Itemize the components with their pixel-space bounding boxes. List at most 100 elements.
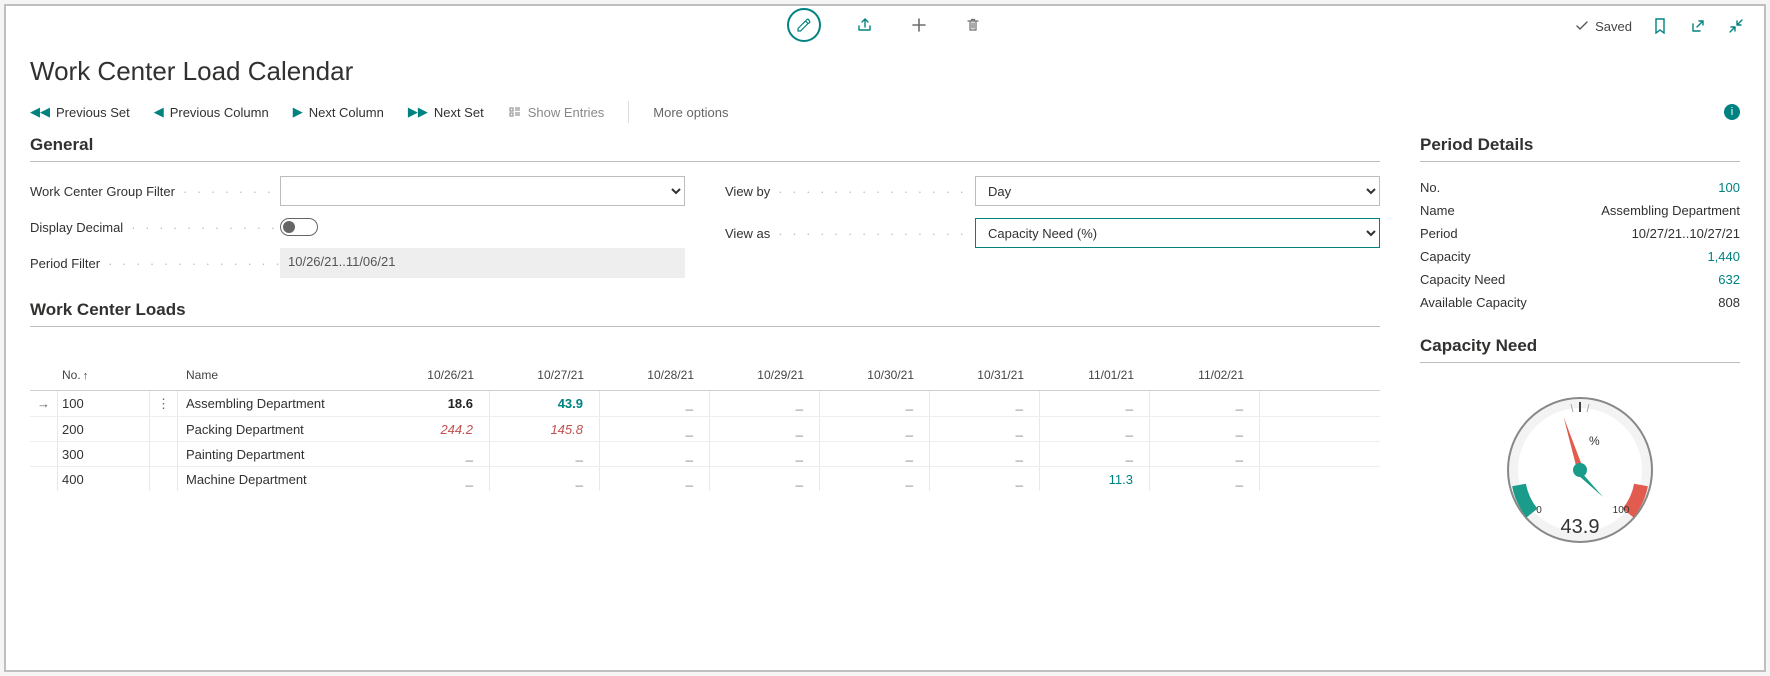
view-as-select[interactable]: Capacity Need (%) [975, 218, 1380, 248]
cell-value[interactable]: _ [710, 417, 820, 441]
col-date-2[interactable]: 10/28/21 [600, 368, 710, 382]
view-as-row: View as Capacity Need (%) [725, 218, 1380, 248]
col-date-3[interactable]: 10/29/21 [710, 368, 820, 382]
bookmark-button[interactable] [1650, 16, 1670, 36]
display-decimal-label: Display Decimal [30, 220, 280, 235]
cell-value[interactable]: _ [1040, 442, 1150, 466]
cell-value[interactable]: _ [490, 442, 600, 466]
share-button[interactable] [855, 15, 875, 35]
factbox-value[interactable]: 1,440 [1707, 249, 1740, 264]
cell-name: Machine Department [178, 467, 380, 491]
cell-value[interactable]: _ [600, 467, 710, 491]
toolbar-separator [628, 101, 629, 123]
cell-value[interactable]: _ [380, 442, 490, 466]
cell-value[interactable]: _ [1150, 417, 1260, 441]
cell-value[interactable]: _ [490, 467, 600, 491]
factbox-value: 10/27/21..10/27/21 [1632, 226, 1740, 241]
factbox-label: Capacity Need [1420, 272, 1505, 287]
view-by-label: View by [725, 184, 975, 199]
cell-value[interactable]: _ [1040, 417, 1150, 441]
col-date-0[interactable]: 10/26/21 [380, 368, 490, 382]
previous-column-button[interactable]: ◀ Previous Column [154, 104, 269, 120]
loads-heading: Work Center Loads [30, 300, 1380, 327]
double-left-icon: ◀◀ [30, 104, 50, 120]
row-menu[interactable] [150, 442, 178, 466]
col-no[interactable]: No.↑ [58, 368, 150, 382]
display-decimal-toggle[interactable] [280, 218, 318, 236]
cell-value[interactable]: _ [710, 442, 820, 466]
col-date-6[interactable]: 11/01/21 [1040, 368, 1150, 382]
popout-button[interactable] [1688, 16, 1708, 36]
cell-value[interactable]: 11.3 [1040, 467, 1150, 491]
row-menu[interactable] [150, 467, 178, 491]
table-row[interactable]: 400Machine Department______11.3_ [30, 466, 1380, 491]
cell-value[interactable]: _ [820, 467, 930, 491]
cell-value[interactable]: _ [1150, 442, 1260, 466]
cell-value[interactable]: _ [820, 417, 930, 441]
cell-value[interactable]: _ [600, 391, 710, 416]
cell-value[interactable]: _ [1150, 467, 1260, 491]
cell-name: Packing Department [178, 417, 380, 441]
trash-icon [965, 17, 981, 33]
collapse-button[interactable] [1726, 16, 1746, 36]
cell-no: 400 [58, 467, 150, 491]
cell-value[interactable]: _ [600, 442, 710, 466]
row-menu[interactable] [150, 417, 178, 441]
loads-grid: No.↑ Name 10/26/21 10/27/21 10/28/21 10/… [30, 341, 1380, 491]
new-button[interactable] [909, 15, 929, 35]
table-row[interactable]: →100⋮Assembling Department18.643.9______ [30, 391, 1380, 416]
edit-button[interactable] [787, 8, 821, 42]
col-date-1[interactable]: 10/27/21 [490, 368, 600, 382]
cell-value[interactable]: _ [820, 391, 930, 416]
factbox-toggle[interactable]: i [1724, 104, 1740, 120]
work-center-group-filter-select[interactable] [280, 176, 685, 206]
show-entries-button[interactable]: Show Entries [508, 105, 605, 120]
col-date-7[interactable]: 11/02/21 [1150, 368, 1260, 382]
general-col-1: Work Center Group Filter Display Decimal [30, 176, 685, 278]
cell-value[interactable]: 244.2 [380, 417, 490, 441]
cell-value[interactable]: _ [1150, 391, 1260, 416]
sort-asc-icon: ↑ [83, 370, 89, 382]
delete-button[interactable] [963, 15, 983, 35]
cell-value[interactable]: 145.8 [490, 417, 600, 441]
cell-value[interactable]: _ [600, 417, 710, 441]
table-row[interactable]: 300Painting Department________ [30, 441, 1380, 466]
row-selector[interactable] [30, 417, 58, 441]
display-decimal-row: Display Decimal [30, 218, 685, 236]
factbox-value[interactable]: 632 [1718, 272, 1740, 287]
more-options-button[interactable]: More options [653, 105, 728, 120]
cell-value[interactable]: _ [710, 391, 820, 416]
cell-value[interactable]: _ [820, 442, 930, 466]
col-name[interactable]: Name [178, 368, 380, 382]
cell-value[interactable]: _ [930, 467, 1040, 491]
row-selector[interactable]: → [30, 391, 58, 416]
factbox-value[interactable]: 100 [1718, 180, 1740, 195]
cell-value[interactable]: 18.6 [380, 391, 490, 416]
factbox-row: Capacity Need 632 [1420, 268, 1740, 291]
table-row[interactable]: 200Packing Department244.2145.8______ [30, 416, 1380, 441]
cell-value[interactable]: _ [930, 391, 1040, 416]
next-set-button[interactable]: ▶▶ Next Set [408, 104, 484, 120]
gauge-unit: % [1589, 434, 1600, 448]
cell-value[interactable]: _ [930, 417, 1040, 441]
row-selector[interactable] [30, 467, 58, 491]
factbox-row: NameAssembling Department [1420, 199, 1740, 222]
factbox-row: No.100 [1420, 176, 1740, 199]
popout-icon [1690, 18, 1706, 34]
cell-value[interactable]: _ [710, 467, 820, 491]
capacity-need-block: Capacity Need [1420, 336, 1740, 555]
factbox-value: Assembling Department [1601, 203, 1740, 218]
cell-value[interactable]: 43.9 [490, 391, 600, 416]
row-selector[interactable] [30, 442, 58, 466]
cell-value[interactable]: _ [1040, 391, 1150, 416]
col-date-5[interactable]: 10/31/21 [930, 368, 1040, 382]
cell-value[interactable]: _ [380, 467, 490, 491]
kebab-icon: ⋮ [157, 396, 170, 412]
view-by-select[interactable]: Day [975, 176, 1380, 206]
previous-set-button[interactable]: ◀◀ Previous Set [30, 104, 130, 120]
col-date-4[interactable]: 10/30/21 [820, 368, 930, 382]
next-column-button[interactable]: ▶ Next Column [293, 104, 384, 120]
factbox-row: Available Capacity808 [1420, 291, 1740, 314]
row-menu[interactable]: ⋮ [150, 391, 178, 416]
cell-value[interactable]: _ [930, 442, 1040, 466]
